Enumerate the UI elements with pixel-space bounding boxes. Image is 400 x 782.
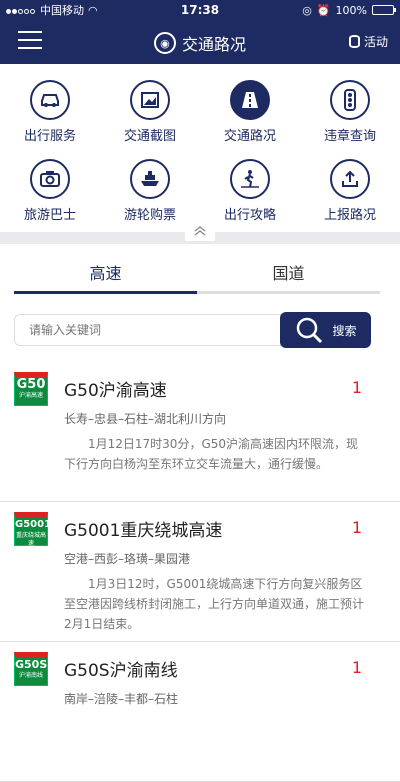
grid-label: 违章查询	[323, 129, 376, 144]
grid-label: 出行攻略	[223, 208, 276, 223]
badge-number: G5001	[15, 519, 52, 530]
activity-button[interactable]: 活动	[348, 33, 388, 50]
map-walk-icon	[230, 159, 270, 199]
search-button-label: 搜索	[332, 323, 357, 338]
search-button[interactable]: 搜索	[280, 312, 371, 348]
battery-label: 100%	[335, 3, 367, 17]
status-bar: 中国移动 ◠ 17:38 ◎ ⏰ 100%	[0, 0, 400, 20]
grid-label: 交通截图	[123, 129, 176, 144]
event-count: 1	[351, 518, 362, 537]
status-left: 中国移动 ◠	[6, 2, 302, 18]
grid-label: 出行服务	[23, 129, 76, 144]
search-bar: 搜索	[14, 312, 371, 348]
road-description: 1月12日17时30分，G50沪渝高速因内环限流，现下行方向白杨沟至东环立交车流…	[64, 437, 359, 471]
camera-icon	[30, 159, 70, 199]
road-type-tabs: 高速 国道	[14, 254, 380, 294]
road-list: G50 沪渝高速 G50沪渝高速 1 长寿–忠县–石柱–湖北利川方向 1月12日…	[0, 362, 400, 782]
road-icon	[230, 80, 270, 120]
grid-label: 旅游巴士	[23, 208, 76, 223]
road-route: 空港–西彭–珞璜–果园港	[64, 552, 191, 566]
signal-icon	[6, 4, 36, 17]
grid-item-report-traffic[interactable]: 上报路况	[300, 159, 400, 223]
grid-item-travel-guide[interactable]: 出行攻略	[200, 159, 300, 223]
wifi-icon: ◠	[88, 3, 98, 17]
alarm-icon: ⏰	[316, 3, 331, 17]
highway-sign-icon: G5001 重庆绕城高速	[14, 512, 52, 547]
highway-sign-icon: G50 沪渝高速	[14, 372, 48, 406]
grid-item-cruise-ticket[interactable]: 游轮购票	[100, 159, 200, 223]
badge-subtitle: 沪渝南线	[18, 672, 43, 679]
highway-sign-icon: G50S 沪渝南线	[14, 652, 48, 686]
image-icon	[130, 80, 170, 120]
upload-icon	[330, 159, 370, 199]
road-title: G50S沪渝南线	[64, 661, 178, 681]
search-input[interactable]	[14, 314, 284, 346]
search-icon	[297, 317, 323, 344]
car-icon	[30, 80, 70, 120]
road-route: 南岸–涪陵–丰都–石柱	[64, 692, 179, 706]
ship-icon	[130, 159, 170, 199]
badge-subtitle: 重庆绕城高速	[15, 532, 46, 547]
event-count: 1	[351, 378, 362, 397]
navbar: ◉ 交通路况 活动	[0, 20, 400, 64]
database-icon	[348, 35, 360, 48]
battery-icon	[372, 5, 396, 15]
road-title: G5001重庆绕城高速	[64, 521, 223, 541]
badge-number: G50	[16, 377, 46, 392]
nav-title-group: ◉ 交通路况	[0, 31, 400, 55]
list-item[interactable]: G50S 沪渝南线 G50S沪渝南线 1 南岸–涪陵–丰都–石柱	[0, 642, 400, 782]
grid-item-violation-query[interactable]: 违章查询	[300, 80, 400, 144]
badge-subtitle: 沪渝高速	[18, 392, 43, 399]
carrier-label: 中国移动	[40, 4, 84, 17]
traffic-light-icon	[330, 80, 370, 120]
grid-item-traffic-status[interactable]: 交通路况	[200, 80, 300, 144]
grid-label: 交通路况	[223, 129, 276, 144]
grid-item-travel-service[interactable]: 出行服务	[0, 80, 100, 144]
status-right: ◎ ⏰ 100%	[302, 3, 396, 17]
page-title: 交通路况	[181, 35, 246, 54]
list-item[interactable]: G50 沪渝高速 G50沪渝高速 1 长寿–忠县–石柱–湖北利川方向 1月12日…	[0, 362, 400, 502]
lock-rotation-icon: ◎	[302, 3, 312, 17]
badge-number: G50S	[15, 658, 48, 671]
collapse-chevron-up-icon[interactable]	[185, 221, 215, 241]
tab-expressway[interactable]: 高速	[14, 254, 197, 294]
activity-label: 活动	[363, 35, 388, 49]
tab-national-road[interactable]: 国道	[197, 254, 380, 294]
event-count: 1	[351, 658, 362, 677]
road-title: G50沪渝高速	[64, 381, 167, 401]
grid-item-traffic-snapshot[interactable]: 交通截图	[100, 80, 200, 144]
grid-label: 上报路况	[323, 208, 376, 223]
grid-item-tour-bus[interactable]: 旅游巴士	[0, 159, 100, 223]
traffic-logo-icon: ◉	[153, 32, 176, 54]
road-route: 长寿–忠县–石柱–湖北利川方向	[64, 412, 227, 426]
road-description: 1月3日12时，G5001绕城高速下行方向复兴服务区至空港因跨线桥封闭施工，上行…	[64, 577, 365, 631]
function-grid: 出行服务 交通截图 交通路况 违章查询 旅游巴士 游轮购票 出行攻略 上报路况	[0, 64, 400, 232]
grid-label: 游轮购票	[123, 208, 176, 223]
list-item[interactable]: G5001 重庆绕城高速 G5001重庆绕城高速 1 空港–西彭–珞璜–果园港 …	[0, 502, 400, 642]
